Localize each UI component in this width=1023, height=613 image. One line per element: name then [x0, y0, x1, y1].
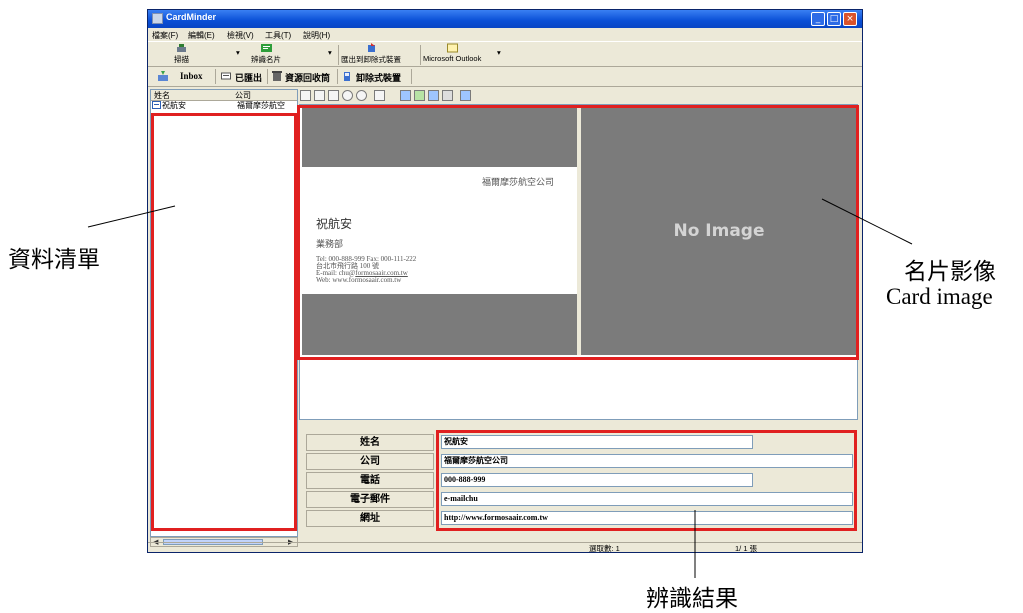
callout-list-label: 資料清單: [8, 247, 100, 272]
callout-lines: [87, 198, 913, 578]
callout-card-image-en: Card image: [886, 284, 993, 309]
callout-card-image-zh: 名片影像: [904, 259, 996, 284]
callout-recognition-label: 辨識結果: [646, 586, 738, 611]
